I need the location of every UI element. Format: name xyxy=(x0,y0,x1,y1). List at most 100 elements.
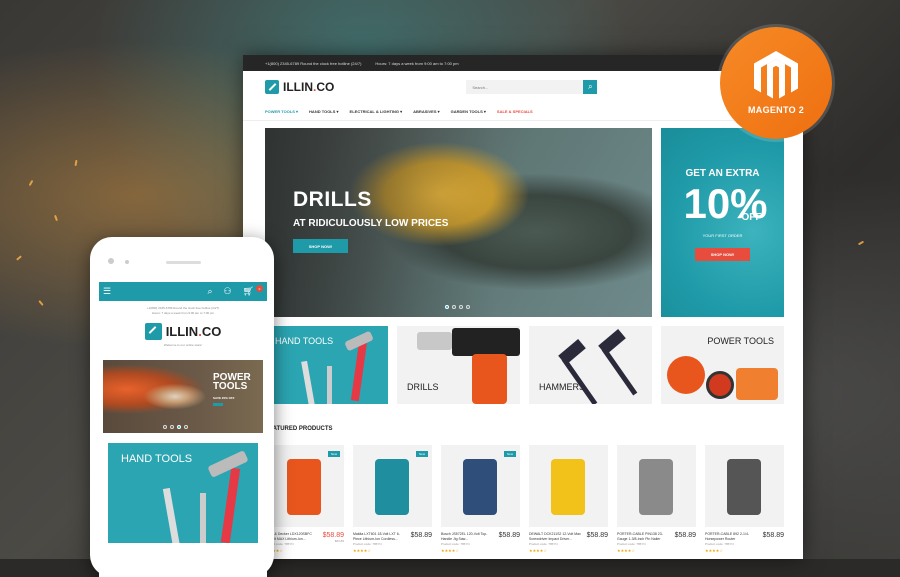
chainsaw-wheel xyxy=(706,371,734,399)
nav-sale-specials[interactable]: SALE & SPECIALS xyxy=(497,109,533,114)
search-input[interactable]: Search... xyxy=(466,80,584,94)
product-name[interactable]: Makita LXT601 18-Volt LXT 6-Piece Lithiu… xyxy=(353,532,405,542)
old-price: $63.89 xyxy=(334,539,344,543)
hero-slider: DRILLS AT RIDICULOUSLY LOW PRICES SHOP N… xyxy=(265,128,652,317)
main-nav: POWER TOOLS ▾ HAND TOOLS ▾ ELECTRICAL & … xyxy=(243,103,803,121)
mobile-header-bar: ☰ ⌕ ⚇ 🛒︎ 0 xyxy=(99,282,267,301)
nav-electrical-lighting[interactable]: ELECTRICAL & LIGHTING ▾ xyxy=(350,109,403,114)
product-name[interactable]: PORTER-CABLE 892 2-1/4-Horsepower Router xyxy=(705,532,757,542)
wrench-icon xyxy=(162,487,181,543)
category-power-tools[interactable]: POWER TOOLS xyxy=(661,326,784,404)
category-label: DRILLS xyxy=(407,382,439,392)
mobile-slide-title: POWER TOOLS xyxy=(213,371,251,393)
product-image[interactable]: New xyxy=(353,445,432,527)
product-card[interactable]: New Makita LXT601 18-Volt LXT 6-Piece Li… xyxy=(353,445,432,553)
promo-banner[interactable]: GET AN EXTRA 10% OFF YOUR FIRST ORDER SH… xyxy=(661,128,784,317)
product-code: Product code: 785YN xyxy=(705,541,734,546)
search-icon: ⌕ xyxy=(588,82,593,91)
rating-stars: ★★★★☆ xyxy=(353,547,371,553)
rating-stars: ★★★★☆ xyxy=(441,547,459,553)
slider-dot[interactable] xyxy=(452,305,456,309)
hero-title: DRILLS xyxy=(293,188,372,211)
product-price: $58.89 xyxy=(498,532,520,539)
phone-speaker xyxy=(166,261,201,264)
hours-text: Hours: 7 days a week from 9:00 am to 7:0… xyxy=(375,60,459,66)
nav-power-tools[interactable]: POWER TOOLS ▾ xyxy=(265,109,298,114)
product-photo xyxy=(727,459,761,515)
header: ILLIN.CO Search... ⌕ xyxy=(243,71,803,103)
slider-dot[interactable] xyxy=(459,305,463,309)
product-code: Product code: 785YN xyxy=(617,541,646,546)
promo-subtext: YOUR FIRST ORDER xyxy=(702,233,743,238)
product-code: Product code: 785YN xyxy=(441,541,470,546)
grinder-icon xyxy=(667,356,705,394)
product-name[interactable]: DEWALT DCK211S2 12-Volt Max Screwdriver … xyxy=(529,532,581,542)
nav-hand-tools[interactable]: HAND TOOLS ▾ xyxy=(309,109,339,114)
category-label: POWER TOOLS xyxy=(707,336,774,346)
search-button[interactable]: ⌕ xyxy=(583,80,598,94)
hamburger-menu-icon[interactable]: ☰ xyxy=(103,286,111,297)
rating-stars: ★★★★☆ xyxy=(529,547,547,553)
product-name[interactable]: PORTER-CABLE PIN138 23-Gauge 1-3/8-Inch … xyxy=(617,532,669,542)
product-photo xyxy=(551,459,585,515)
hammer-handle xyxy=(601,347,638,396)
promo-shop-now-button[interactable]: SHOP NOW! xyxy=(695,248,750,261)
product-card[interactable]: PORTER-CABLE 892 2-1/4-Horsepower Router… xyxy=(705,445,784,553)
hero-shop-now-button[interactable]: SHOP NOW! xyxy=(293,239,348,253)
category-hand-tools[interactable]: HAND TOOLS xyxy=(265,326,388,404)
hammer-icon xyxy=(220,467,241,543)
category-drills[interactable]: DRILLS xyxy=(397,326,520,404)
product-image[interactable]: New xyxy=(441,445,520,527)
mobile-category-hand-tools[interactable]: HAND TOOLS xyxy=(108,442,258,543)
nav-abrasives[interactable]: ABRASIVES ▾ xyxy=(413,109,439,114)
phone-sensor xyxy=(125,260,129,264)
mobile-mockup: ☰ ⌕ ⚇ 🛒︎ 0 +1(800) 2345-6789 Round the c… xyxy=(90,237,274,577)
logo-pencil-icon xyxy=(144,322,162,340)
spanner-icon xyxy=(327,366,332,404)
magento-label: MAGENTO 2 xyxy=(747,105,805,115)
mobile-slider-dots xyxy=(163,424,188,429)
slider-dot[interactable] xyxy=(163,424,167,429)
slider-dot[interactable] xyxy=(170,424,174,429)
product-photo xyxy=(375,459,409,515)
logo[interactable]: ILLIN.CO xyxy=(265,80,334,94)
product-card[interactable]: New Bosch JS572EL 120-Volt Top-Handle Ji… xyxy=(441,445,520,553)
product-name[interactable]: Bosch JS572EL 120-Volt Top-Handle Jig Sa… xyxy=(441,532,493,542)
mobile-slide-button[interactable] xyxy=(213,402,223,406)
nav-garden-tools[interactable]: GARDEN TOOLS ▾ xyxy=(451,109,486,114)
slider-dot[interactable] xyxy=(466,305,470,309)
hammer-icon xyxy=(350,340,368,402)
category-hammers[interactable]: HAMMERS xyxy=(529,326,652,404)
cart-icon[interactable]: 🛒︎ xyxy=(243,286,254,297)
product-card[interactable]: PORTER-CABLE PIN138 23-Gauge 1-3/8-Inch … xyxy=(617,445,696,553)
mobile-logo[interactable]: ILLIN.CO xyxy=(99,322,267,340)
slider-dot[interactable] xyxy=(445,305,449,309)
product-photo xyxy=(463,459,497,515)
product-card[interactable]: New Black & Decker LDX120SBFC 20-Volt MA… xyxy=(265,445,344,553)
product-image[interactable] xyxy=(529,445,608,527)
slider-dot[interactable] xyxy=(177,424,181,429)
hammer-head xyxy=(207,449,249,478)
mobile-hero-slider[interactable]: POWER TOOLS SAVE 20% OFF xyxy=(103,359,263,433)
logo-pencil-icon xyxy=(265,80,279,94)
search-icon[interactable]: ⌕ xyxy=(207,286,212,297)
product-photo xyxy=(639,459,673,515)
magento-2-badge: MAGENTO 2 xyxy=(720,27,832,139)
hero-subtitle: AT RIDICULOUSLY LOW PRICES xyxy=(293,218,449,229)
search-box: Search... ⌕ xyxy=(466,80,598,94)
product-price: $58.89 xyxy=(322,532,344,539)
slider-dot[interactable] xyxy=(184,424,188,429)
hammer-handle xyxy=(561,357,598,404)
product-image[interactable] xyxy=(705,445,784,527)
mobile-slide-subtitle: SAVE 20% OFF xyxy=(213,395,235,400)
account-icon[interactable]: ⚇ xyxy=(223,286,231,297)
product-code: Product code: 785YN xyxy=(353,541,382,546)
product-image[interactable] xyxy=(617,445,696,527)
product-image[interactable]: New xyxy=(265,445,344,527)
chainsaw-icon xyxy=(736,368,778,400)
slider-dots xyxy=(445,305,470,309)
product-card[interactable]: DEWALT DCK211S2 12-Volt Max Screwdriver … xyxy=(529,445,608,553)
promo-heading: GET AN EXTRA xyxy=(685,168,760,179)
featured-products-heading: FEATURED PRODUCTS xyxy=(265,426,333,432)
new-badge: New xyxy=(503,451,516,457)
